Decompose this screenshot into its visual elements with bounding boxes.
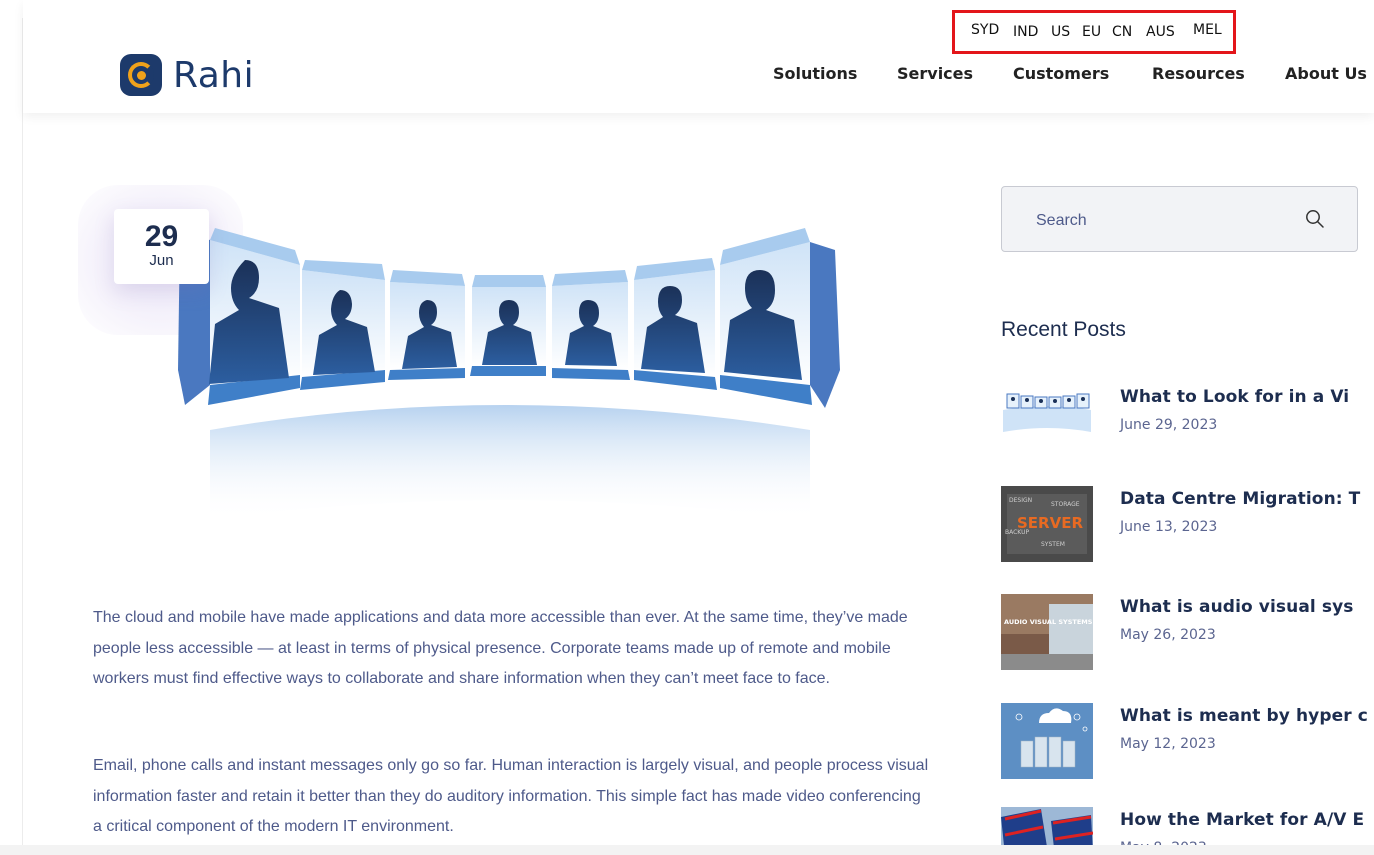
- recent-post-item[interactable]: What is meant by hyper c May 12, 2023: [1001, 703, 1374, 783]
- post-date-day: 29: [144, 220, 179, 253]
- logo-text: Rahi: [173, 54, 255, 96]
- post-thumbnail: [1001, 384, 1093, 460]
- recent-posts-list: What to Look for in a Vi June 29, 2023 D…: [1001, 0, 1374, 855]
- recent-post-item[interactable]: What to Look for in a Vi June 29, 2023: [1001, 384, 1374, 464]
- site-logo[interactable]: Rahi: [120, 54, 254, 96]
- recent-post-date: May 12, 2023: [1120, 736, 1216, 752]
- article-paragraph: Email, phone calls and instant messages …: [93, 757, 929, 835]
- post-date-month: Jun: [149, 252, 174, 269]
- post-thumbnail: DESIGN STORAGE BACKUP SYSTEM SERVER: [1001, 486, 1093, 562]
- article-paragraph: The cloud and mobile have made applicati…: [93, 609, 908, 687]
- recent-post-date: June 29, 2023: [1120, 417, 1218, 433]
- page-left-border: [22, 18, 23, 855]
- post-date-badge: 29 Jun: [114, 209, 209, 284]
- recent-post-title[interactable]: Data Centre Migration: T: [1120, 489, 1360, 509]
- nav-solutions[interactable]: Solutions: [773, 64, 857, 83]
- featured-image-video-conference: [178, 228, 840, 520]
- recent-post-title[interactable]: How the Market for A/V E: [1120, 810, 1364, 830]
- recent-post-title[interactable]: What is audio visual sys: [1120, 597, 1353, 617]
- recent-post-date: May 26, 2023: [1120, 627, 1216, 643]
- recent-post-item[interactable]: DESIGN STORAGE BACKUP SYSTEM SERVER Data Ce…: [1001, 486, 1374, 566]
- logo-icon: [120, 54, 162, 96]
- svg-text:DESIGN: DESIGN: [1009, 497, 1032, 504]
- post-thumbnail: [1001, 703, 1093, 779]
- recent-post-date: June 13, 2023: [1120, 519, 1218, 535]
- bottom-edge: [0, 845, 1374, 855]
- thumbnail-text-server: SERVER: [1017, 514, 1083, 532]
- nav-services[interactable]: Services: [897, 64, 973, 83]
- svg-text:SYSTEM: SYSTEM: [1041, 541, 1065, 548]
- recent-post-title[interactable]: What to Look for in a Vi: [1120, 387, 1349, 407]
- post-thumbnail: AUDIO VISUAL SYSTEMS: [1001, 594, 1093, 670]
- recent-post-item[interactable]: AUDIO VISUAL SYSTEMS What is audio visua…: [1001, 594, 1374, 674]
- recent-post-title[interactable]: What is meant by hyper c: [1120, 706, 1368, 726]
- svg-text:STORAGE: STORAGE: [1051, 501, 1080, 508]
- region-link-syd[interactable]: SYD: [971, 22, 999, 38]
- thumbnail-text-av: AUDIO VISUAL SYSTEMS: [1004, 618, 1093, 626]
